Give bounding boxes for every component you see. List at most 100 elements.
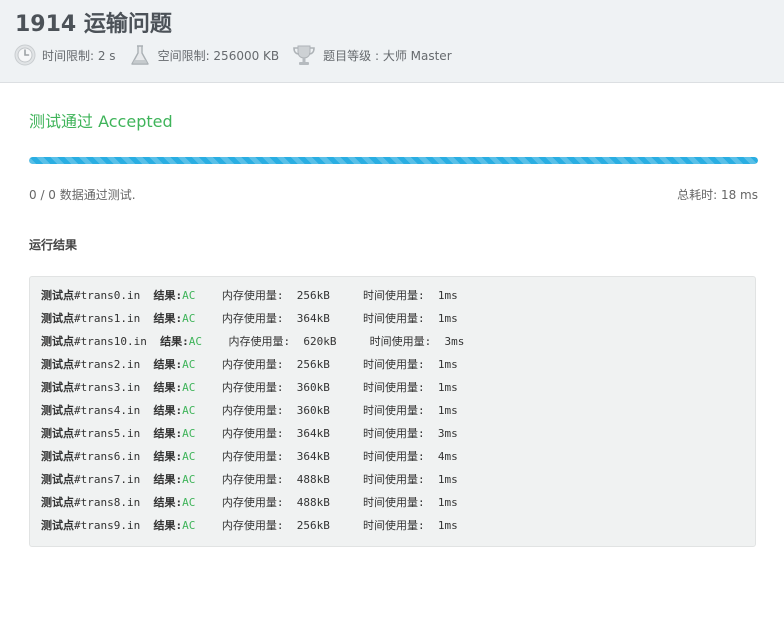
memory-value: 256kB	[296, 358, 330, 371]
test-point-label: 测试点	[41, 289, 74, 302]
clock-icon	[14, 44, 36, 66]
test-point-label: 测试点	[41, 312, 74, 325]
time-value: 1ms	[437, 312, 458, 325]
problem-title: 1914 运输问题	[15, 12, 172, 37]
time-label: 时间使用量:	[362, 496, 425, 509]
memory-limit: 空间限制: 256000 KB	[128, 43, 280, 67]
memory-label: 内存使用量:	[221, 312, 284, 325]
test-file: #trans10.in	[74, 335, 147, 348]
verdict: AC	[182, 289, 196, 302]
time-limit: 时间限制: 2 s	[14, 44, 116, 66]
problem-meta: 时间限制: 2 s 空间限制: 256000 KB 题目等级 : 大师 Mast…	[14, 41, 464, 69]
verdict: AC	[182, 519, 196, 532]
time-value: 1ms	[437, 289, 458, 302]
memory-label: 内存使用量:	[221, 496, 284, 509]
verdict: AC	[182, 496, 196, 509]
test-point-label: 测试点	[41, 335, 74, 348]
total-time: 总耗时: 18 ms	[677, 188, 758, 202]
test-point-label: 测试点	[41, 496, 74, 509]
result-label: 结果:	[153, 519, 183, 532]
result-row: 测试点#trans6.in 结果:AC 内存使用量: 364kB 时间使用量: …	[41, 445, 458, 468]
test-point-label: 测试点	[41, 519, 74, 532]
memory-value: 364kB	[296, 450, 330, 463]
test-file: #trans5.in	[74, 427, 141, 440]
test-file: #trans7.in	[74, 473, 141, 486]
memory-label: 内存使用量:	[221, 381, 284, 394]
result-label: 结果:	[153, 404, 183, 417]
run-results-title: 运行结果	[29, 238, 78, 252]
time-value: 1ms	[437, 519, 458, 532]
time-label: 时间使用量:	[362, 450, 425, 463]
run-results-panel: 测试点#trans0.in 结果:AC 内存使用量: 256kB 时间使用量: …	[29, 276, 756, 547]
test-point-label: 测试点	[41, 450, 74, 463]
test-file: #trans9.in	[74, 519, 141, 532]
time-value: 3ms	[444, 335, 465, 348]
verdict: AC	[182, 450, 196, 463]
result-row: 测试点#trans8.in 结果:AC 内存使用量: 488kB 时间使用量: …	[41, 491, 458, 514]
memory-value: 360kB	[296, 404, 330, 417]
memory-label: 内存使用量:	[221, 289, 284, 302]
verdict: AC	[182, 473, 196, 486]
time-label: 时间使用量:	[369, 335, 432, 348]
result-label: 结果:	[153, 358, 183, 371]
result-label: 结果:	[153, 473, 183, 486]
result-label: 结果:	[153, 381, 183, 394]
test-file: #trans3.in	[74, 381, 141, 394]
verdict: AC	[182, 358, 196, 371]
flask-icon	[130, 45, 149, 65]
memory-label: 内存使用量:	[221, 358, 284, 371]
test-point-label: 测试点	[41, 404, 74, 417]
problem-header: 1914 运输问题 时间限制: 2 s 空间限制: 256000 KB 题目等级…	[0, 0, 784, 83]
memory-label: 内存使用量:	[221, 519, 284, 532]
memory-value: 488kB	[296, 473, 330, 486]
memory-value: 364kB	[296, 312, 330, 325]
memory-value: 620kB	[303, 335, 337, 348]
verdict: AC	[182, 404, 196, 417]
memory-value: 488kB	[296, 496, 330, 509]
time-label: 时间使用量:	[362, 381, 425, 394]
verdict: AC	[182, 381, 196, 394]
time-limit-text: 时间限制: 2 s	[42, 48, 116, 63]
test-file: #trans0.in	[74, 289, 141, 302]
test-point-label: 测试点	[41, 427, 74, 440]
time-label: 时间使用量:	[362, 519, 425, 532]
result-row: 测试点#trans1.in 结果:AC 内存使用量: 364kB 时间使用量: …	[41, 307, 458, 330]
time-value: 1ms	[437, 404, 458, 417]
verdict: AC	[182, 427, 196, 440]
test-file: #trans4.in	[74, 404, 141, 417]
time-value: 3ms	[437, 427, 458, 440]
test-point-label: 测试点	[41, 358, 74, 371]
memory-label: 内存使用量:	[221, 450, 284, 463]
time-value: 1ms	[437, 473, 458, 486]
time-value: 1ms	[437, 496, 458, 509]
time-label: 时间使用量:	[362, 427, 425, 440]
verdict: AC	[182, 312, 196, 325]
passed-summary: 0 / 0 数据通过测试.	[29, 188, 136, 202]
result-row: 测试点#trans3.in 结果:AC 内存使用量: 360kB 时间使用量: …	[41, 376, 458, 399]
result-row: 测试点#trans10.in 结果:AC 内存使用量: 620kB 时间使用量:…	[41, 330, 464, 353]
result-label: 结果:	[153, 450, 183, 463]
result-label: 结果:	[153, 496, 183, 509]
time-label: 时间使用量:	[362, 312, 425, 325]
time-label: 时间使用量:	[362, 404, 425, 417]
time-value: 4ms	[437, 450, 458, 463]
time-value: 1ms	[437, 358, 458, 371]
result-status: 测试通过 Accepted	[29, 112, 173, 131]
memory-label: 内存使用量:	[221, 404, 284, 417]
progress-bar-fill	[29, 157, 758, 164]
memory-label: 内存使用量:	[221, 473, 284, 486]
time-value: 1ms	[437, 381, 458, 394]
result-label: 结果:	[160, 335, 189, 348]
memory-value: 360kB	[296, 381, 330, 394]
result-label: 结果:	[153, 427, 183, 440]
progress-bar	[29, 157, 758, 164]
memory-label: 内存使用量:	[221, 427, 284, 440]
result-row: 测试点#trans7.in 结果:AC 内存使用量: 488kB 时间使用量: …	[41, 468, 458, 491]
memory-limit-text: 空间限制: 256000 KB	[157, 48, 280, 63]
result-row: 测试点#trans5.in 结果:AC 内存使用量: 364kB 时间使用量: …	[41, 422, 458, 445]
trophy-icon	[293, 45, 315, 65]
result-label: 结果:	[153, 289, 183, 302]
test-file: #trans6.in	[74, 450, 141, 463]
test-file: #trans2.in	[74, 358, 141, 371]
test-point-label: 测试点	[41, 473, 74, 486]
